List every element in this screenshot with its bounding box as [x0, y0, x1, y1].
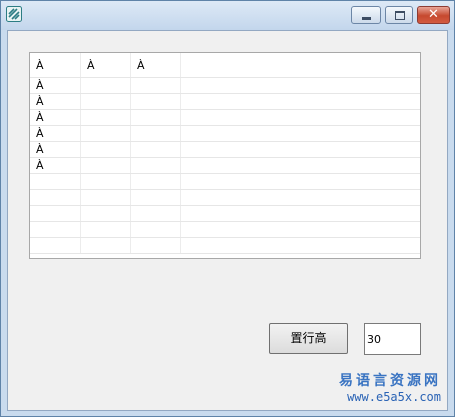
grid-cell[interactable] [30, 238, 81, 253]
grid-cell[interactable] [181, 158, 420, 173]
grid-cell[interactable] [81, 222, 131, 237]
grid-cell[interactable] [81, 158, 131, 173]
grid-cell[interactable] [181, 190, 420, 205]
grid-row[interactable] [30, 190, 420, 206]
grid-cell[interactable] [30, 190, 81, 205]
grid-cell[interactable] [81, 206, 131, 221]
grid-cell[interactable] [131, 78, 181, 93]
grid-row[interactable]: À [30, 126, 420, 142]
grid-row[interactable] [30, 238, 420, 254]
grid-cell[interactable]: À [30, 126, 81, 141]
close-button[interactable]: ✕ [417, 6, 450, 24]
grid-cell[interactable] [181, 174, 420, 189]
grid-header-cell[interactable]: À [131, 53, 181, 77]
grid-cell[interactable] [181, 94, 420, 109]
grid-cell[interactable] [181, 206, 420, 221]
site-watermark: 易语言资源网 www.e5a5x.com [339, 373, 441, 404]
minimize-button[interactable] [351, 6, 381, 24]
grid-cell[interactable]: À [30, 142, 81, 157]
grid-cell[interactable] [131, 126, 181, 141]
grid-cell[interactable] [181, 142, 420, 157]
grid-cell[interactable] [81, 78, 131, 93]
grid-row[interactable]: À [30, 78, 420, 94]
grid-cell[interactable] [181, 126, 420, 141]
grid-row[interactable]: À [30, 110, 420, 126]
watermark-url: www.e5a5x.com [347, 390, 441, 404]
grid-cell[interactable] [131, 142, 181, 157]
data-grid[interactable]: À À À À À À À À À [29, 52, 421, 259]
grid-cell[interactable] [131, 190, 181, 205]
grid-cell[interactable]: À [30, 78, 81, 93]
minimize-icon [362, 17, 371, 20]
grid-cell[interactable] [181, 78, 420, 93]
row-height-input[interactable] [364, 323, 421, 355]
grid-cell[interactable] [131, 206, 181, 221]
watermark-title: 易语言资源网 [339, 373, 441, 389]
grid-row[interactable] [30, 206, 420, 222]
grid-cell[interactable] [131, 238, 181, 253]
grid-cell[interactable] [81, 238, 131, 253]
grid-cell[interactable] [81, 174, 131, 189]
grid-cell[interactable] [30, 174, 81, 189]
grid-header-cell[interactable]: À [81, 53, 131, 77]
grid-row[interactable]: À [30, 158, 420, 174]
title-bar[interactable]: ✕ [1, 1, 454, 30]
application-window: ✕ À À À À À À À À À 置行高 30 易语言资源网 www.e5… [0, 0, 455, 417]
close-icon: ✕ [428, 7, 439, 22]
grid-cell[interactable]: À [30, 110, 81, 125]
grid-header-cell[interactable]: À [30, 53, 81, 77]
grid-cell[interactable] [131, 110, 181, 125]
grid-row[interactable] [30, 174, 420, 190]
grid-cell[interactable] [181, 222, 420, 237]
grid-row[interactable]: À [30, 94, 420, 110]
grid-cell[interactable] [81, 190, 131, 205]
grid-cell[interactable] [81, 94, 131, 109]
maximize-icon [395, 11, 405, 20]
maximize-button[interactable] [385, 6, 413, 24]
grid-cell[interactable] [131, 222, 181, 237]
grid-cell[interactable] [30, 222, 81, 237]
grid-cell[interactable] [131, 94, 181, 109]
grid-row[interactable]: À [30, 142, 420, 158]
grid-cell[interactable] [131, 174, 181, 189]
grid-cell[interactable] [181, 110, 420, 125]
grid-cell[interactable] [81, 142, 131, 157]
client-area: À À À À À À À À À 置行高 30 易语言资源网 www.e5a5… [7, 30, 448, 411]
grid-row[interactable] [30, 222, 420, 238]
set-row-height-button[interactable]: 置行高 [269, 323, 348, 354]
app-logo-icon[interactable] [6, 6, 22, 22]
grid-cell[interactable] [131, 158, 181, 173]
grid-header-row: À À À [30, 53, 420, 78]
grid-cell[interactable]: À [30, 158, 81, 173]
grid-cell[interactable] [81, 126, 131, 141]
grid-cell[interactable]: À [30, 94, 81, 109]
grid-cell[interactable] [81, 110, 131, 125]
grid-cell[interactable] [181, 238, 420, 253]
grid-cell[interactable] [30, 206, 81, 221]
grid-header-cell[interactable] [181, 53, 420, 77]
